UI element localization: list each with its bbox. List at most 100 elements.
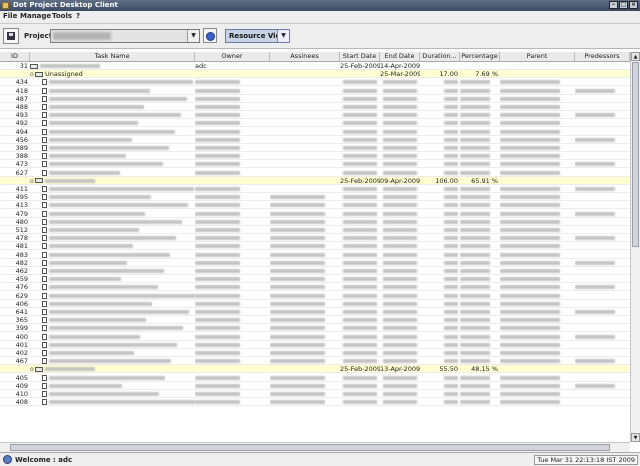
table-row[interactable]: 456 [0, 136, 630, 144]
task-start-date [340, 259, 380, 267]
table-row[interactable]: 406 [0, 300, 630, 308]
table-row[interactable]: 479 [0, 210, 630, 218]
task-percentage [460, 201, 500, 209]
table-row[interactable]: 410 [0, 390, 630, 398]
table-row[interactable]: 482 [0, 259, 630, 267]
table-row[interactable]: 467 [0, 357, 630, 366]
redacted-text [500, 318, 560, 323]
task-owner [195, 160, 270, 168]
table-row[interactable]: 493 [0, 111, 630, 120]
table-row[interactable]: 495 [0, 193, 630, 202]
window-title: Dot Project Desktop Client [13, 1, 118, 9]
redacted-text [270, 318, 325, 323]
table-row[interactable]: 462 [0, 267, 630, 275]
task-percentage [460, 349, 500, 357]
table-row[interactable]: 434 [0, 78, 630, 87]
table-row[interactable]: 473 [0, 160, 630, 169]
column-header[interactable]: Owner [195, 52, 270, 61]
table-row[interactable]: 476 [0, 283, 630, 292]
menu-help[interactable]: ? [76, 12, 80, 20]
table-row[interactable]: 418 [0, 87, 630, 95]
table-row[interactable]: 389 [0, 144, 630, 152]
table-row[interactable]: 31 adc 25-Feb-2009 14-Apr-2009 [0, 62, 630, 70]
table-row[interactable]: 492 [0, 119, 630, 128]
table-row[interactable]: 480 [0, 218, 630, 226]
hscroll-thumb[interactable] [10, 444, 610, 451]
redacted-text [383, 211, 417, 216]
task-percentage [460, 185, 500, 193]
task-parent [500, 333, 575, 341]
table-row[interactable]: 400 [0, 333, 630, 341]
table-row[interactable]: 629 [0, 292, 630, 300]
column-header[interactable]: Task Name [30, 52, 195, 61]
group-row[interactable]: o Unassigned 25-Mar-2009 17.00 7.69 % [0, 70, 630, 79]
task-table: ID Task Name Owner Assinees Start Date End Da… [0, 52, 630, 442]
redacted-text [195, 203, 240, 208]
scroll-up-icon[interactable]: ▲ [631, 52, 640, 61]
redacted-text [460, 203, 490, 208]
column-header[interactable]: Percentage [460, 52, 500, 61]
close-button[interactable]: × [629, 1, 638, 9]
task-percentage [460, 210, 500, 218]
scroll-thumb[interactable] [632, 62, 639, 247]
table-row[interactable]: 483 [0, 251, 630, 259]
column-header[interactable]: End Date [380, 52, 420, 61]
horizontal-scrollbar[interactable] [0, 442, 630, 452]
column-header[interactable]: Predessors [575, 52, 630, 61]
task-predecessors [575, 283, 630, 291]
table-row[interactable]: 481 [0, 242, 630, 251]
table-row[interactable]: 488 [0, 103, 630, 111]
project-select[interactable]: ▼ [50, 29, 200, 43]
table-row[interactable]: 478 [0, 234, 630, 243]
menu-tools[interactable]: Tools [52, 12, 72, 20]
column-header[interactable]: Assinees [270, 52, 340, 61]
column-header[interactable]: Parent [500, 52, 575, 61]
table-row[interactable]: 401 [0, 341, 630, 349]
table-row[interactable]: 411 [0, 185, 630, 193]
table-row[interactable]: 409 [0, 382, 630, 390]
minimize-button[interactable]: – [609, 1, 618, 9]
redacted-text [500, 260, 560, 265]
menu-manage[interactable]: Manage [20, 12, 51, 20]
vertical-scrollbar[interactable]: ▲ ▼ [630, 52, 640, 442]
redacted-text [500, 146, 560, 150]
table-row[interactable]: 408 [0, 398, 630, 407]
redacted-text [383, 236, 417, 241]
table-row[interactable]: 641 [0, 308, 630, 316]
menu-file[interactable]: File [3, 12, 17, 20]
task-end-date [380, 152, 420, 160]
table-row[interactable]: 399 [0, 324, 630, 333]
table-row[interactable]: 459 [0, 275, 630, 284]
table-row[interactable]: 388 [0, 152, 630, 161]
table-row[interactable]: 402 [0, 349, 630, 357]
scroll-down-icon[interactable]: ▼ [631, 433, 640, 442]
maximize-button[interactable]: □ [619, 1, 628, 9]
task-assignees [270, 300, 340, 308]
view-select[interactable]: Resource View ▼ [225, 29, 290, 43]
task-owner [195, 111, 270, 119]
document-icon [42, 309, 47, 315]
group-row[interactable]: o 25-Feb-2009 13-Apr-2009 55.50 48.15 % [0, 365, 630, 374]
task-owner [195, 128, 270, 136]
table-row[interactable]: 494 [0, 128, 630, 136]
redacted-text [49, 154, 126, 159]
column-header[interactable]: Start Date [340, 52, 380, 61]
table-row[interactable]: 365 [0, 316, 630, 325]
document-icon [42, 268, 47, 274]
task-predecessors [575, 160, 630, 168]
save-button[interactable] [3, 28, 19, 44]
redacted-text [195, 170, 240, 175]
document-icon [42, 251, 47, 258]
table-row[interactable]: 627 [0, 169, 630, 177]
group-row[interactable]: o 25-Feb-2009 09-Apr-2009 106.00 65.91 % [0, 176, 630, 185]
redacted-text [49, 301, 152, 306]
table-row[interactable]: 405 [0, 374, 630, 382]
table-row[interactable]: 512 [0, 226, 630, 234]
table-row[interactable]: 413 [0, 201, 630, 210]
redacted-text [383, 285, 417, 290]
task-name [30, 316, 195, 324]
column-header[interactable]: Duration... [420, 52, 460, 61]
table-row[interactable]: 487 [0, 95, 630, 103]
column-header[interactable]: ID [0, 52, 30, 61]
refresh-button[interactable] [203, 28, 217, 43]
